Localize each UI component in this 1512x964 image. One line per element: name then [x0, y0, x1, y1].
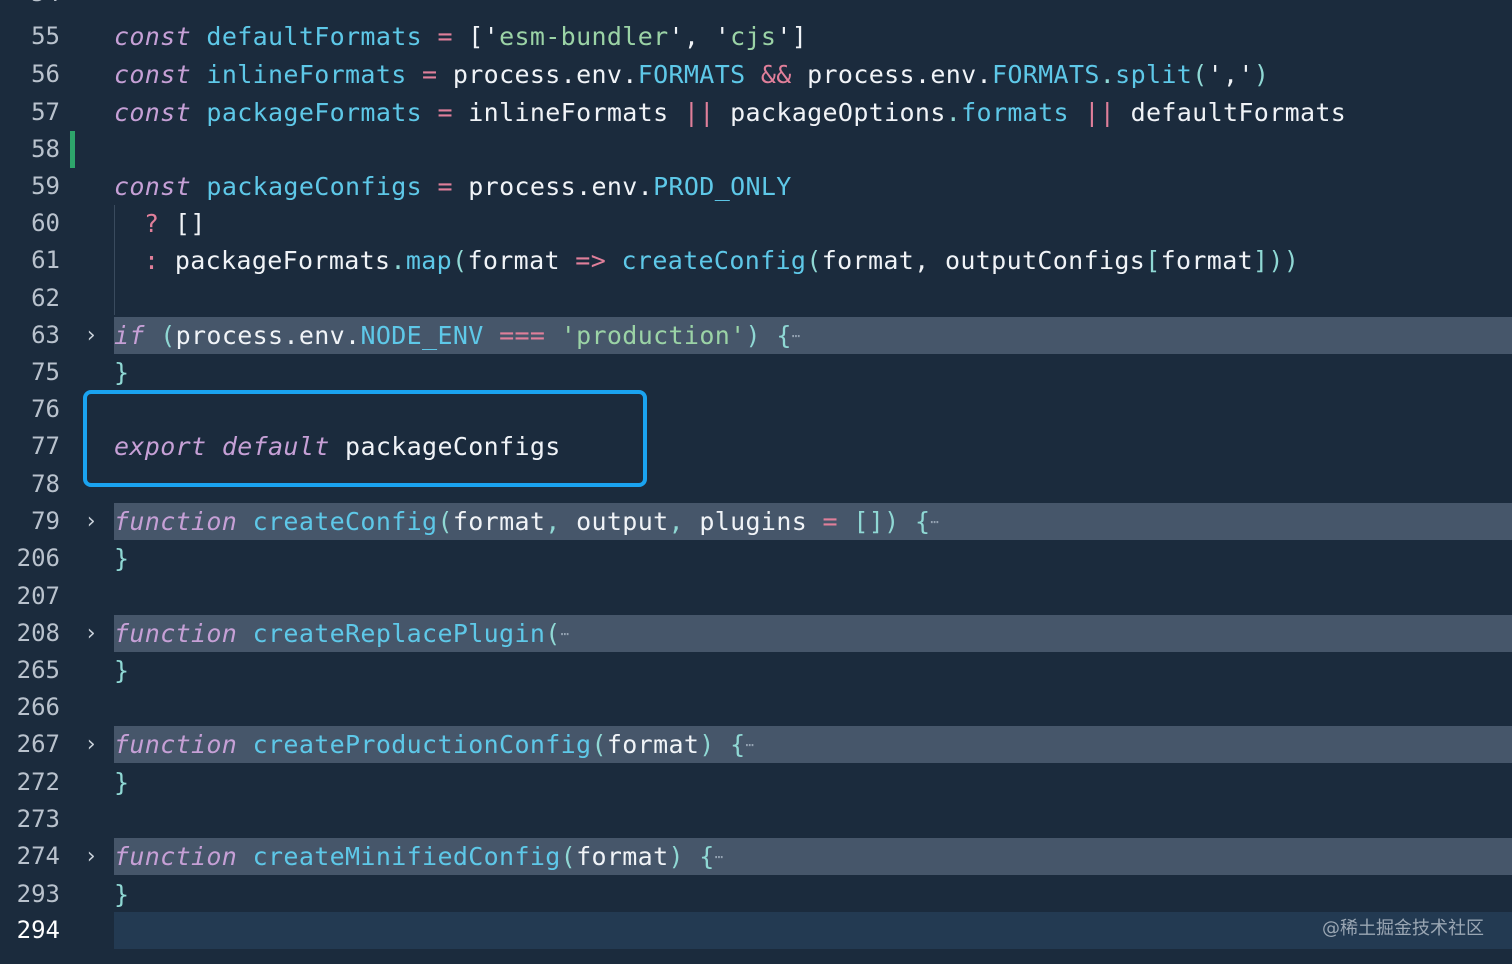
code-text: function createReplacePlugin(⋯ — [114, 619, 570, 648]
code-line-57[interactable]: 57 const packageFormats = inlineFormats … — [0, 94, 1512, 131]
code-text: const packageFormats = inlineFormats || … — [114, 98, 1347, 127]
line-number: 274 — [16, 842, 60, 870]
code-text: } — [114, 544, 130, 573]
line-number: 266 — [16, 693, 60, 721]
current-line-highlight — [114, 912, 1512, 949]
code-line-58[interactable]: 58 — [0, 131, 1512, 168]
code-line-75[interactable]: 75 } — [0, 354, 1512, 391]
line-number: 76 — [31, 395, 60, 423]
line-number: 56 — [31, 60, 60, 88]
line-number: 294 — [16, 916, 60, 944]
line-number: 75 — [31, 358, 60, 386]
chevron-right-icon[interactable]: › — [80, 844, 102, 869]
code-text: function createMinifiedConfig(format) {⋯ — [114, 842, 724, 871]
code-text: ? [] — [144, 209, 206, 238]
folded-ellipsis: ⋯ — [791, 328, 801, 345]
code-text: if (process.env.NODE_ENV === 'production… — [114, 321, 801, 350]
code-text: function createConfig(format, output, pl… — [114, 507, 940, 536]
code-line-62[interactable]: 62 — [0, 280, 1512, 317]
line-number: 61 — [31, 246, 60, 274]
code-line-274[interactable]: 274 › function createMinifiedConfig(form… — [0, 838, 1512, 875]
folded-ellipsis: ⋯ — [714, 849, 724, 866]
folded-ellipsis: ⋯ — [745, 737, 755, 754]
line-number: 60 — [31, 209, 60, 237]
code-editor[interactable]: 54 55 const defaultFormats = ['esm-bundl… — [0, 0, 1512, 964]
code-text: const packageConfigs = process.env.PROD_… — [114, 172, 792, 201]
code-line-63[interactable]: 63 › if (process.env.NODE_ENV === 'produ… — [0, 317, 1512, 354]
code-text: } — [114, 656, 130, 685]
line-number: 206 — [16, 544, 60, 572]
line-number: 63 — [31, 321, 60, 349]
line-number: 62 — [31, 284, 60, 312]
code-line-208[interactable]: 208 › function createReplacePlugin(⋯ — [0, 615, 1512, 652]
line-number: 207 — [16, 582, 60, 610]
line-number: 267 — [16, 730, 60, 758]
line-number: 79 — [31, 507, 60, 535]
line-number: 208 — [16, 619, 60, 647]
line-number: 265 — [16, 656, 60, 684]
chevron-right-icon[interactable]: › — [80, 732, 102, 757]
chevron-right-icon[interactable]: › — [80, 509, 102, 534]
code-text: } — [114, 358, 130, 387]
code-text: const defaultFormats = ['esm-bundler', '… — [114, 22, 808, 51]
line-number: 273 — [16, 805, 60, 833]
line-number: 78 — [31, 470, 60, 498]
code-line-59[interactable]: 59 const packageConfigs = process.env.PR… — [0, 168, 1512, 205]
code-line-293[interactable]: 293 } — [0, 876, 1512, 913]
code-line-265[interactable]: 265 } — [0, 652, 1512, 689]
code-text: function createProductionConfig(format) … — [114, 730, 755, 759]
folded-ellipsis: ⋯ — [930, 514, 940, 531]
code-text: const inlineFormats = process.env.FORMAT… — [114, 60, 1270, 89]
line-number: 58 — [31, 135, 60, 163]
line-number: 59 — [31, 172, 60, 200]
line-number-partial: 54 — [0, 0, 60, 8]
code-line-61[interactable]: 61 : packageFormats.map(format => create… — [0, 242, 1512, 279]
line-number: 272 — [16, 768, 60, 796]
chevron-right-icon[interactable]: › — [80, 323, 102, 348]
code-line-272[interactable]: 272 } — [0, 764, 1512, 801]
line-number: 57 — [31, 98, 60, 126]
code-text: : packageFormats.map(format => createCon… — [144, 246, 1300, 275]
line-number: 55 — [31, 22, 60, 50]
code-line-273[interactable]: 273 — [0, 801, 1512, 838]
code-line-206[interactable]: 206 } — [0, 540, 1512, 577]
code-line-55[interactable]: 55 const defaultFormats = ['esm-bundler'… — [0, 18, 1512, 55]
code-text: } — [114, 768, 130, 797]
code-line-60[interactable]: 60 ? [] — [0, 205, 1512, 242]
chevron-right-icon[interactable]: › — [80, 621, 102, 646]
line-number: 77 — [31, 432, 60, 460]
annotation-highlight-box — [83, 390, 647, 487]
watermark: @稀土掘金技术社区 — [1322, 918, 1484, 939]
code-line-56[interactable]: 56 const inlineFormats = process.env.FOR… — [0, 56, 1512, 93]
code-line-79[interactable]: 79 › function createConfig(format, outpu… — [0, 503, 1512, 540]
code-line-294[interactable]: 294 — [0, 912, 1512, 949]
code-text: } — [114, 880, 130, 909]
line-number: 293 — [16, 880, 60, 908]
code-line-266[interactable]: 266 — [0, 689, 1512, 726]
code-line-207[interactable]: 207 — [0, 578, 1512, 615]
code-line-267[interactable]: 267 › function createProductionConfig(fo… — [0, 726, 1512, 763]
folded-ellipsis: ⋯ — [560, 626, 570, 643]
